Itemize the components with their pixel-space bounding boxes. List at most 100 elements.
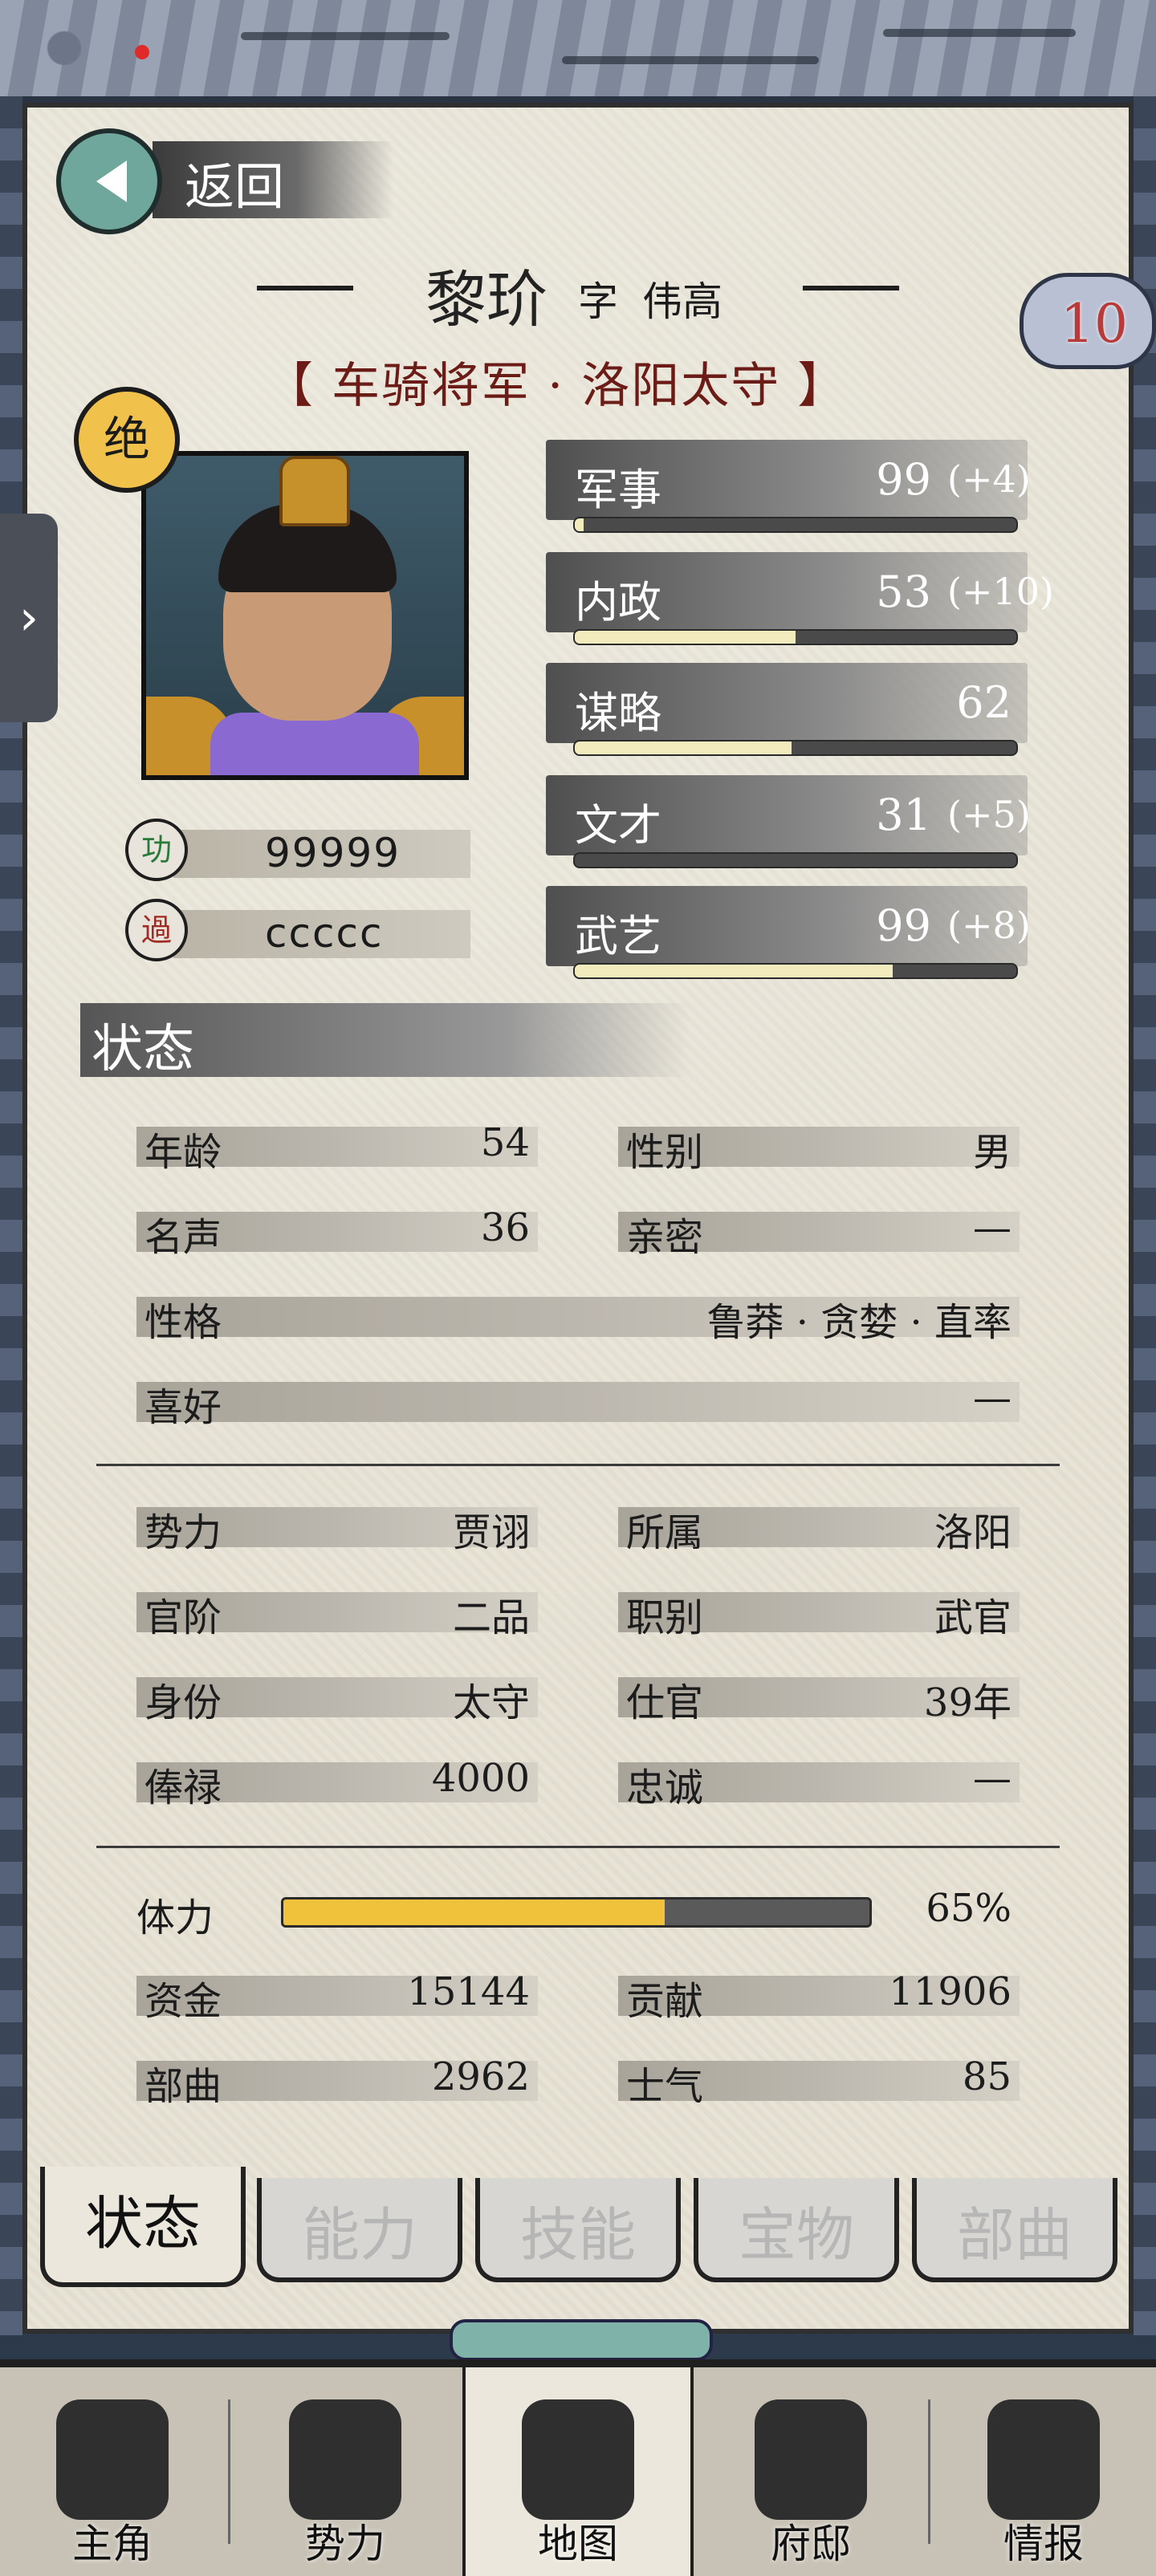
stat-value: 99 xyxy=(876,900,931,951)
tab-ability[interactable]: 能力 xyxy=(257,2178,462,2282)
grade-badge: 绝 xyxy=(74,387,180,493)
stat-value: 62 xyxy=(956,677,1012,728)
scroll-icon xyxy=(987,2399,1100,2520)
section-divider xyxy=(96,1464,1060,1466)
field-label: 资金 xyxy=(144,1979,222,2024)
back-button[interactable]: 返回 xyxy=(56,128,393,234)
stat-label: 武艺 xyxy=(575,911,661,961)
stamina-bar-fill xyxy=(283,1899,665,1925)
right-border xyxy=(1134,96,1156,2335)
nav-faction[interactable]: 势力 xyxy=(233,2367,458,2576)
nav-label: 情报 xyxy=(1003,2521,1084,2567)
stat-bar xyxy=(573,963,1018,979)
stat-bonus: (+5) xyxy=(947,793,1031,836)
field-label: 喜好 xyxy=(144,1385,222,1430)
section-divider xyxy=(96,1846,1060,1848)
field-value: 2962 xyxy=(431,2054,530,2099)
demerit-icon: 過 xyxy=(125,899,188,961)
field-label: 职别 xyxy=(626,1595,704,1640)
tab-label: 状态 xyxy=(84,2190,201,2257)
drawer-toggle-button[interactable]: › xyxy=(0,514,58,722)
field-label: 部曲 xyxy=(144,2064,222,2109)
field-label: 性格 xyxy=(144,1300,222,1345)
nav-label: 府邸 xyxy=(771,2521,851,2567)
field-value: 洛阳 xyxy=(934,1510,1012,1555)
field-value: 贾诩 xyxy=(452,1510,530,1555)
field-salary: 俸禄 4000 xyxy=(136,1756,538,1810)
stat-bar xyxy=(573,517,1018,533)
nav-protagonist[interactable]: 主角 xyxy=(0,2367,225,2576)
field-identity: 身份 太守 xyxy=(136,1671,538,1725)
tab-label: 技能 xyxy=(519,2201,636,2269)
back-label: 返回 xyxy=(185,157,285,216)
field-label: 仕官 xyxy=(626,1680,704,1725)
field-value: 39年 xyxy=(923,1680,1012,1725)
officer-name: 黎玠 xyxy=(425,264,547,335)
field-post-type: 职别 武官 xyxy=(618,1586,1020,1640)
tab-label: 宝物 xyxy=(738,2201,854,2269)
stat-bar xyxy=(573,852,1018,868)
nav-separator xyxy=(928,2399,930,2544)
field-value: 11906 xyxy=(889,1969,1012,2014)
field-funds: 资金 15144 xyxy=(136,1969,538,2024)
left-border xyxy=(0,96,22,2335)
back-arrow-icon xyxy=(56,128,162,234)
officer-titles: 【 车骑将军 · 洛阳太守 】 xyxy=(265,358,848,414)
robe-collar xyxy=(210,713,419,775)
field-loyalty: 忠诚 — xyxy=(618,1756,1020,1810)
field-label: 名声 xyxy=(144,1215,222,1260)
tab-troops[interactable]: 部曲 xyxy=(912,2178,1117,2282)
field-value: 15144 xyxy=(407,1969,530,2014)
field-label: 势力 xyxy=(144,1510,222,1555)
field-label: 身份 xyxy=(144,1680,222,1725)
field-label: 所属 xyxy=(626,1510,704,1555)
field-value: 54 xyxy=(480,1120,530,1165)
nav-intel[interactable]: 情报 xyxy=(931,2367,1156,2576)
tab-skills[interactable]: 技能 xyxy=(475,2178,681,2282)
nav-label: 主角 xyxy=(72,2521,153,2567)
stat-military: 军事 99 (+4) xyxy=(546,440,1036,534)
field-fame: 名声 36 xyxy=(136,1205,538,1260)
field-personality: 性格 鲁莽 · 贪婪 · 直率 xyxy=(136,1290,1020,1345)
field-label: 年龄 xyxy=(144,1130,222,1175)
warrior-icon xyxy=(56,2399,169,2520)
field-label: 士气 xyxy=(626,2064,704,2109)
tab-status[interactable]: 状态 xyxy=(40,2167,246,2287)
demerit-row: 過 ccccc xyxy=(125,899,478,966)
section-title: 状态 xyxy=(92,1020,194,1079)
stat-literature: 文才 31 (+5) xyxy=(546,775,1036,870)
tab-label: 部曲 xyxy=(956,2201,1073,2269)
field-troops: 部曲 2962 xyxy=(136,2054,538,2109)
field-value: 85 xyxy=(962,2054,1012,2099)
tab-treasures[interactable]: 宝物 xyxy=(694,2178,899,2282)
courtesy-name: 伟高 xyxy=(642,278,722,325)
field-intimacy: 亲密 — xyxy=(618,1205,1020,1260)
stamina-value: 65% xyxy=(926,1886,1012,1931)
stat-bar-fill xyxy=(575,965,893,977)
status-section-header: 状态 xyxy=(80,1003,690,1079)
field-background xyxy=(136,1382,1020,1422)
stat-bar-fill xyxy=(575,631,796,644)
stat-label: 谋略 xyxy=(575,688,661,738)
recording-indicator xyxy=(135,45,149,59)
field-label: 俸禄 xyxy=(144,1765,222,1810)
flag-icon xyxy=(289,2399,401,2520)
stat-bar xyxy=(573,740,1018,756)
field-value: 太守 xyxy=(452,1680,530,1725)
stat-value: 99 xyxy=(876,454,931,505)
nav-map[interactable]: 地图 xyxy=(462,2367,694,2576)
stamina-label: 体力 xyxy=(136,1895,214,1940)
demerit-beads: ccccc xyxy=(265,910,384,957)
stat-martial: 武艺 99 (+8) xyxy=(546,886,1036,981)
field-label: 性别 xyxy=(626,1130,704,1175)
merit-row: 功 99999 xyxy=(125,819,478,886)
stat-label: 内政 xyxy=(575,577,661,628)
field-faction: 势力 贾诩 xyxy=(136,1501,538,1555)
nav-mansion[interactable]: 府邸 xyxy=(698,2367,923,2576)
field-value: — xyxy=(973,1375,1012,1420)
officer-portrait xyxy=(141,451,469,780)
stat-value: 31 xyxy=(876,790,931,840)
stat-bar-fill xyxy=(575,742,792,754)
officer-name-row: 黎玠 字 伟高 xyxy=(257,250,899,335)
stat-strategy: 谋略 62 xyxy=(546,663,1036,758)
